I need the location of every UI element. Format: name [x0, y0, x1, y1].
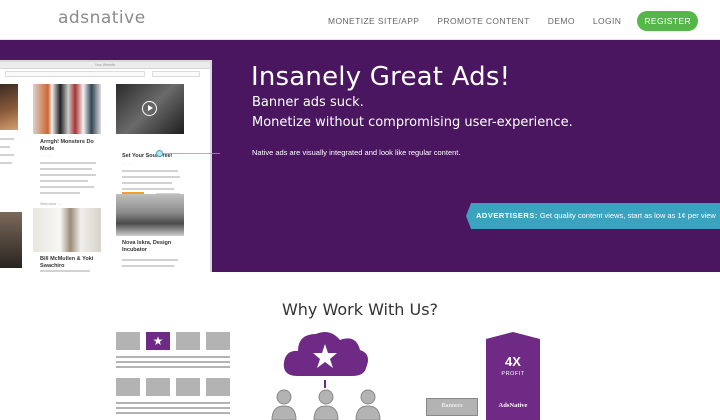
mockup-video-thumbnail	[116, 84, 184, 134]
nav-links: MONETIZE SITE/APP PROMOTE CONTENT DEMO L…	[310, 11, 698, 31]
connector-dot	[156, 150, 163, 157]
mockup-tile-title: Bill McMullen & Yoki Swachiro	[40, 256, 94, 269]
nav-demo-link[interactable]: DEMO	[548, 16, 575, 26]
mockup-image-monsters	[33, 84, 101, 134]
adsnative-bar: 4X PROFIT AdsNative	[486, 332, 540, 420]
adsnative-label: AdsNative	[498, 402, 528, 409]
hero-subtitle-2: Monetize without compromising user-exper…	[252, 115, 573, 130]
mockup-image	[0, 212, 22, 268]
grid-line	[116, 356, 230, 358]
grid-box	[116, 332, 140, 350]
mockup-search-bar	[152, 71, 200, 77]
mockup-text-line	[40, 180, 88, 182]
mockup-image	[0, 84, 18, 130]
grid-box	[176, 332, 200, 350]
mockup-text-line	[122, 188, 174, 190]
mockup-text-line	[122, 265, 174, 267]
user-icon	[313, 389, 339, 420]
mockup-tile-date: · · · · ·	[122, 162, 132, 166]
nav-monetize-link[interactable]: MONETIZE SITE/APP	[328, 16, 419, 26]
mockup-text-line	[0, 146, 10, 148]
grid-box	[206, 332, 230, 350]
grid-box	[116, 378, 140, 396]
mockup-tile-title: Arrrgh! Monsters Do Mode	[40, 139, 94, 152]
user-icon	[271, 389, 297, 420]
grid-line	[116, 407, 230, 409]
mockup-text-line	[0, 138, 14, 140]
grid-line	[116, 412, 230, 414]
hero-title: Insanely Great Ads!	[251, 62, 511, 92]
grid-line	[116, 361, 230, 363]
advertisers-message: Get quality content views, start as low …	[537, 211, 716, 220]
mockup-text-line	[122, 259, 178, 261]
mockup-text-line	[40, 162, 96, 164]
register-button[interactable]: REGISTER	[637, 11, 698, 31]
grid-box-highlight: ★	[146, 332, 170, 350]
profit-label: PROFIT	[501, 371, 525, 377]
mockup-tile-date: · · · · ·	[40, 154, 50, 158]
mockup-text-line	[40, 270, 90, 272]
mockup-window-title: Your Website	[94, 63, 116, 67]
mockup-text-line	[40, 168, 92, 170]
mockup-tile-title: Nova Iskra, Design Incubator	[122, 240, 172, 253]
mockup-text-line	[0, 154, 14, 156]
mockup-url-bar	[5, 71, 145, 77]
mockup-text-line	[122, 182, 172, 184]
grid-line	[116, 366, 230, 368]
top-navbar: adsnative MONETIZE SITE/APP PROMOTE CONT…	[0, 0, 720, 40]
logo[interactable]: adsnative	[58, 8, 146, 28]
connector-line	[160, 153, 220, 154]
mockup-text-line	[40, 192, 80, 194]
banners-label: Banners	[441, 402, 463, 409]
advertisers-banner-text: ADVERTISERS: Get quality content views, …	[476, 211, 716, 220]
star-icon: ★	[152, 334, 164, 348]
profit-multiple: 4X	[505, 354, 521, 369]
grid-line	[116, 402, 230, 404]
cloud-star-icon	[283, 332, 368, 376]
mockup-view-more: View more →	[40, 202, 61, 206]
mockup-image-office	[116, 194, 184, 236]
grid-box	[176, 378, 200, 396]
advertisers-banner[interactable]: ADVERTISERS: Get quality content views, …	[466, 203, 720, 229]
mockup-window-bar: Your Website	[0, 62, 210, 69]
hero-subtitle-1: Banner ads suck.	[252, 95, 364, 110]
nav-login-link[interactable]: LOGIN	[593, 16, 621, 26]
hero-description: Native ads are visually integrated and l…	[252, 148, 461, 157]
nav-promote-link[interactable]: PROMOTE CONTENT	[437, 16, 529, 26]
mockup-text-line	[40, 186, 94, 188]
mockup-image-room	[33, 208, 101, 252]
grid-box	[146, 378, 170, 396]
banners-bar: Banners	[426, 398, 478, 416]
mockup-text-line	[122, 176, 180, 178]
mockup-text-line	[40, 174, 96, 176]
grid-box	[206, 378, 230, 396]
website-mockup: Your Website Arrrgh! Monsters Do Mode · …	[0, 62, 210, 272]
connector-line	[324, 380, 326, 388]
mockup-text-line	[0, 162, 12, 164]
mockup-text-line	[122, 170, 178, 172]
why-title: Why Work With Us?	[281, 300, 439, 319]
user-icon	[355, 389, 381, 420]
play-triangle	[148, 105, 153, 111]
hero-section: Your Website Arrrgh! Monsters Do Mode · …	[0, 40, 720, 272]
advertisers-label: ADVERTISERS:	[476, 211, 538, 220]
